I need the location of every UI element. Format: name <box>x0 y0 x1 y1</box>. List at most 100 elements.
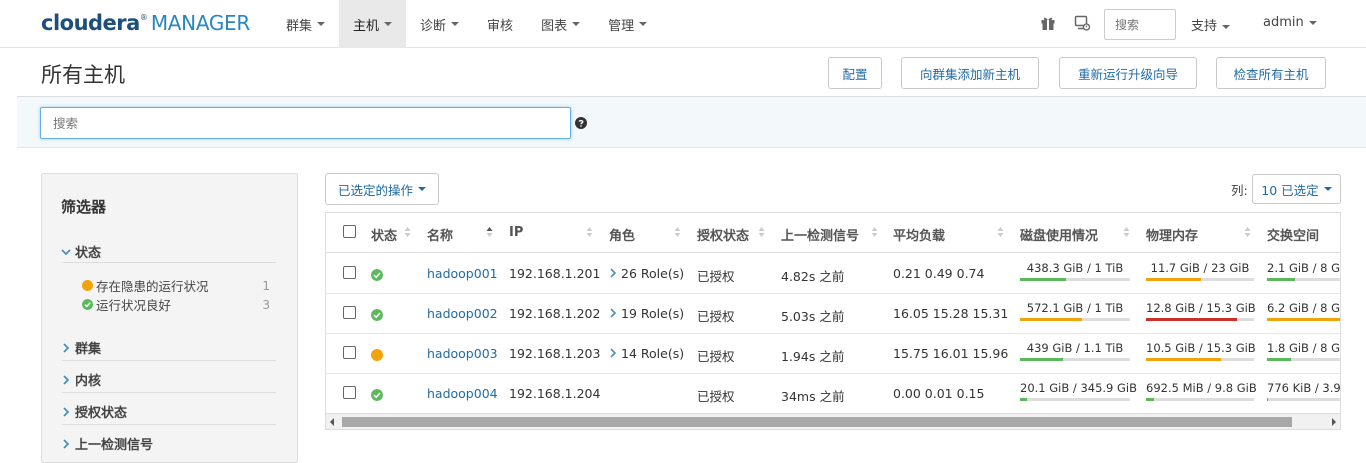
row-checkbox[interactable] <box>343 306 356 319</box>
column-header-auth-status[interactable]: 授权状态 <box>697 225 749 244</box>
inspect-all-hosts-button[interactable]: 检查所有主机 <box>1216 57 1326 89</box>
host-name-link[interactable]: hadoop004 <box>427 386 498 401</box>
column-header-roles[interactable]: 角色 <box>609 225 635 244</box>
question-circle-icon[interactable] <box>575 117 587 129</box>
filter-section-last-heartbeat[interactable]: 上一检测信号 <box>61 434 153 453</box>
select-all-checkbox[interactable] <box>343 225 356 238</box>
row-checkbox[interactable] <box>343 346 356 359</box>
column-header-ip[interactable]: IP <box>509 225 523 240</box>
gift-icon[interactable] <box>1040 15 1056 31</box>
warning-dot-icon <box>371 349 383 361</box>
filter-item-count: 1 <box>262 278 270 293</box>
roles-toggle[interactable]: 19 Role(s) <box>609 306 684 321</box>
sort-icon[interactable] <box>1123 226 1130 238</box>
warning-dot-icon <box>82 280 93 291</box>
add-hosts-button[interactable]: 向群集添加新主机 <box>901 57 1039 89</box>
rerun-upgrade-wizard-button[interactable]: 重新运行升级向导 <box>1059 57 1197 89</box>
filter-section-last-heartbeat-label: 上一检测信号 <box>75 438 154 453</box>
menu-hosts[interactable]: 主机 <box>339 0 407 48</box>
chevron-right-icon <box>63 438 70 449</box>
swap-usage-text: 2.1 GiB / 8 GiB <box>1267 261 1341 275</box>
load-average: 15.75 16.01 15.96 <box>893 346 1009 361</box>
usage-fill <box>1267 318 1340 321</box>
swap-space-bar: 6.2 GiB / 8 GiB <box>1267 301 1340 321</box>
sort-icon[interactable] <box>586 226 593 238</box>
chevron-right-icon <box>610 348 617 358</box>
physical-memory-bar: 11.7 GiB / 23 GiB <box>1146 261 1254 281</box>
filter-section-kernel[interactable]: 内核 <box>61 370 101 389</box>
columns-selector-button[interactable]: 10 已选定 <box>1252 174 1341 204</box>
physical-memory-bar: 692.5 MiB / 9.8 GiB <box>1146 381 1257 401</box>
sort-icon[interactable] <box>1244 226 1251 238</box>
menu-clusters[interactable]: 群集 <box>272 0 339 48</box>
usage-fill <box>1267 398 1269 401</box>
host-ip: 192.168.1.203 <box>509 346 601 361</box>
menu-diagnostics[interactable]: 诊断 <box>406 0 473 48</box>
filter-panel-title: 筛选器 <box>61 198 107 216</box>
filter-section-auth-status[interactable]: 授权状态 <box>61 402 127 421</box>
menu-administration[interactable]: 管理 <box>594 0 661 48</box>
column-header-swap-space[interactable]: 交换空间 <box>1267 225 1319 244</box>
host-ip: 192.168.1.201 <box>509 266 601 281</box>
disk-usage-text: 439 GiB / 1.1 TiB <box>1026 341 1124 355</box>
column-header-name[interactable]: 名称 <box>427 225 453 244</box>
usage-fill <box>1020 398 1027 401</box>
chevron-down-icon <box>451 22 460 26</box>
filter-section-status[interactable]: 状态 <box>61 242 101 261</box>
filter-item-concerning-health[interactable]: 存在隐患的运行状况 1 <box>82 276 272 295</box>
roles-count: 14 Role(s) <box>621 346 685 361</box>
logo-registered-mark: ® <box>139 13 148 22</box>
roles-toggle[interactable]: 14 Role(s) <box>609 346 684 361</box>
swap-usage-text: 776 KiB / 3.9 GiB <box>1267 381 1341 395</box>
cloudera-manager-logo[interactable]: cloudera ® MANAGER <box>41 11 250 37</box>
table-header: 状态 名称 IP 角色 授权状态 上一检测信号 平均负载 磁盘使用情况 物理内存… <box>326 213 1340 253</box>
scroll-left-arrow-icon[interactable] <box>330 418 334 426</box>
column-header-disk-usage[interactable]: 磁盘使用情况 <box>1020 225 1098 244</box>
horizontal-scrollbar[interactable] <box>325 413 1341 430</box>
column-header-load-average[interactable]: 平均负载 <box>893 225 945 244</box>
filter-item-good-health[interactable]: 运行状况良好 3 <box>82 295 272 314</box>
columns-selector-label: 10 已选定 <box>1261 182 1319 198</box>
host-name-link[interactable]: hadoop003 <box>427 346 498 361</box>
host-search-input[interactable] <box>40 107 571 139</box>
scrollbar-thumb[interactable] <box>342 417 1292 427</box>
column-header-status[interactable]: 状态 <box>371 225 397 244</box>
last-heartbeat: 1.94s 之前 <box>781 349 845 364</box>
disk-usage-bar: 20.1 GiB / 345.9 GiB <box>1020 381 1137 401</box>
last-heartbeat: 5.03s 之前 <box>781 309 845 324</box>
row-checkbox[interactable] <box>343 266 356 279</box>
chevron-down-icon <box>418 187 427 191</box>
menu-charts[interactable]: 图表 <box>527 0 594 48</box>
host-name-link[interactable]: hadoop002 <box>427 306 498 321</box>
sort-icon[interactable] <box>871 226 878 238</box>
sort-ascending-icon[interactable] <box>486 226 493 238</box>
sort-icon[interactable] <box>674 226 681 238</box>
physical-memory-bar: 12.8 GiB / 15.3 GiB <box>1146 301 1256 321</box>
user-menu[interactable]: admin <box>1263 15 1317 30</box>
running-commands-icon[interactable] <box>1074 15 1090 31</box>
page-header: 所有主机 配置 向群集添加新主机 重新运行升级向导 检查所有主机 <box>17 49 1366 97</box>
column-header-physical-memory[interactable]: 物理内存 <box>1146 225 1198 244</box>
roles-toggle[interactable]: 26 Role(s) <box>609 266 684 281</box>
filter-item-label: 运行状况良好 <box>96 298 172 313</box>
scroll-right-arrow-icon[interactable] <box>1332 418 1336 426</box>
menu-audits[interactable]: 审核 <box>473 0 527 48</box>
column-header-last-heartbeat[interactable]: 上一检测信号 <box>781 225 859 244</box>
usage-fill <box>1146 318 1237 321</box>
host-name-link[interactable]: hadoop001 <box>427 266 498 281</box>
selected-actions-button[interactable]: 已选定的操作 <box>325 173 440 205</box>
menu-charts-label: 图表 <box>541 18 568 34</box>
chevron-right-icon <box>610 308 617 318</box>
logo-text-cloudera: cloudera <box>41 11 140 35</box>
row-checkbox[interactable] <box>343 386 356 399</box>
sort-icon[interactable] <box>404 226 411 238</box>
sort-icon[interactable] <box>758 226 765 238</box>
filter-section-cluster[interactable]: 群集 <box>61 338 101 357</box>
chevron-down-icon <box>1308 20 1317 25</box>
global-search-input[interactable] <box>1104 9 1176 40</box>
support-menu[interactable]: 支持 <box>1191 15 1231 34</box>
filter-section-kernel-label: 内核 <box>75 374 102 389</box>
sort-icon[interactable] <box>997 226 1004 238</box>
table-row: hadoop004 192.168.1.204 已授权 34ms 之前 0.00… <box>326 374 1341 414</box>
configure-button[interactable]: 配置 <box>828 57 882 89</box>
